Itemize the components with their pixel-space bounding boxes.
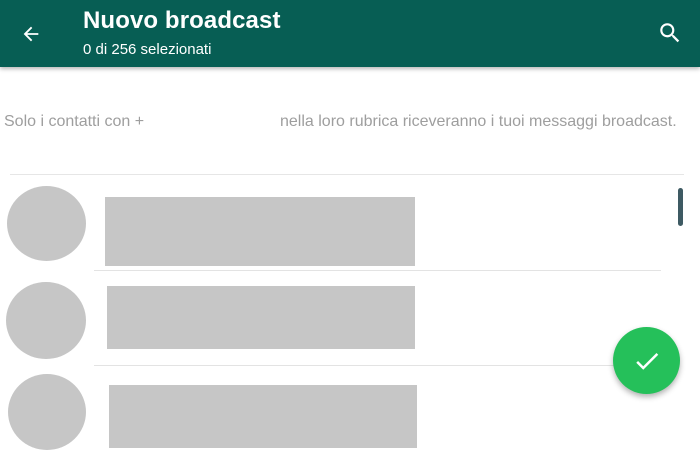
contact-row[interactable] (0, 175, 670, 270)
contact-row[interactable] (0, 366, 670, 450)
info-text-end: nella loro rubrica riceveranno i tuoi me… (280, 113, 677, 130)
arrow-back-icon (23, 26, 39, 42)
confirm-fab-button[interactable] (613, 327, 680, 394)
search-button[interactable] (652, 15, 688, 51)
avatar (8, 374, 86, 450)
contact-name-placeholder (107, 286, 415, 349)
avatar (7, 186, 86, 261)
contact-list[interactable] (0, 175, 700, 450)
contact-row[interactable] (0, 271, 670, 365)
search-icon (660, 23, 680, 43)
selection-count: 0 di 256 selezionati (83, 41, 212, 58)
page-title: Nuovo broadcast (83, 7, 281, 34)
app-bar: Nuovo broadcast 0 di 256 selezionati (0, 0, 700, 67)
scrollbar-thumb[interactable] (678, 188, 683, 226)
back-button[interactable] (14, 17, 48, 51)
contact-name-placeholder (105, 197, 415, 266)
checkmark-icon (635, 352, 658, 370)
broadcast-info: Solo i contatti con + nella loro rubrica… (0, 110, 700, 134)
info-text-start: Solo i contatti con + (4, 113, 145, 130)
avatar (6, 282, 86, 359)
